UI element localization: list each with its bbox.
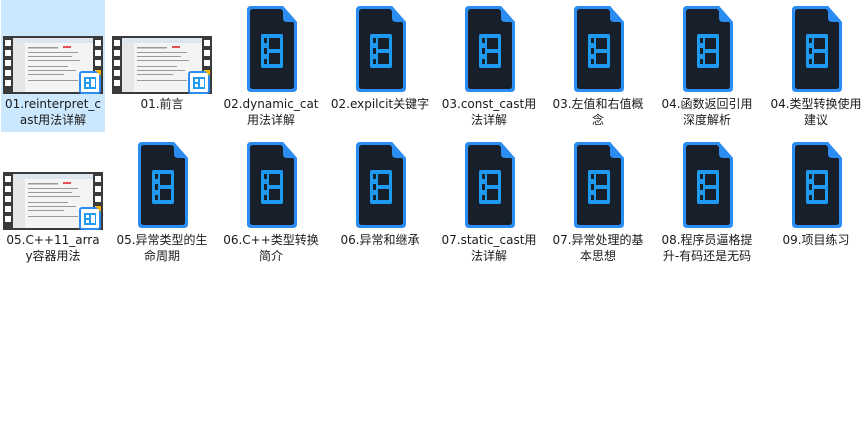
video-file-icon: [219, 140, 323, 230]
file-item[interactable]: 03.const_cast用法详解: [437, 0, 541, 132]
file-name: 07.异常处理的基本思想: [552, 233, 644, 263]
file-item[interactable]: 06.异常和继承: [328, 136, 432, 268]
video-thumbnail: [1, 140, 105, 230]
video-file-icon: [764, 140, 867, 230]
file-item[interactable]: 07.异常处理的基本思想: [546, 136, 650, 268]
video-file-icon: [328, 4, 432, 94]
file-item[interactable]: 04.类型转换使用建议: [764, 0, 867, 132]
video-file-icon: [655, 4, 759, 94]
file-name: 06.异常和继承: [340, 233, 420, 247]
file-item[interactable]: 08.程序员逼格提升-有码还是无码: [655, 136, 759, 268]
file-name: 02.dynamic_cat用法详解: [223, 97, 319, 127]
video-file-icon: [655, 140, 759, 230]
video-file-icon: [110, 140, 214, 230]
file-name: 06.C++类型转换简介: [223, 233, 319, 263]
file-item[interactable]: 01.reinterpret_cast用法详解: [1, 0, 105, 132]
video-file-icon: [219, 4, 323, 94]
file-name: 05.C++11_array容器用法: [6, 233, 100, 263]
file-item[interactable]: 02.dynamic_cat用法详解: [219, 0, 323, 132]
file-name: 03.const_cast用法详解: [441, 97, 537, 127]
video-file-icon: [546, 140, 650, 230]
file-item[interactable]: 09.项目练习: [764, 136, 867, 268]
file-item[interactable]: 07.static_cast用法详解: [437, 136, 541, 268]
file-item[interactable]: 02.expilcit关键字: [328, 0, 432, 132]
video-file-icon: [437, 140, 541, 230]
file-name: 09.项目练习: [782, 233, 850, 247]
file-item[interactable]: 01.前言: [110, 0, 214, 132]
video-thumbnail: [110, 4, 214, 94]
file-name: 02.expilcit关键字: [330, 97, 430, 111]
file-name: 04.函数返回引用深度解析: [661, 97, 753, 127]
file-name: 07.static_cast用法详解: [441, 233, 537, 263]
file-name: 03.左值和右值概念: [552, 97, 644, 127]
file-item[interactable]: 05.C++11_array容器用法: [1, 136, 105, 268]
video-file-icon: [764, 4, 867, 94]
file-item[interactable]: 04.函数返回引用深度解析: [655, 0, 759, 132]
file-name: 05.异常类型的生命周期: [116, 233, 208, 263]
file-name: 08.程序员逼格提升-有码还是无码: [661, 233, 753, 263]
video-file-icon: [546, 4, 650, 94]
file-name: 01.reinterpret_cast用法详解: [4, 97, 102, 127]
file-item[interactable]: 03.左值和右值概念: [546, 0, 650, 132]
video-thumbnail: [1, 4, 105, 94]
file-name: 01.前言: [140, 97, 184, 111]
file-item[interactable]: 05.异常类型的生命周期: [110, 136, 214, 268]
video-file-icon: [437, 4, 541, 94]
video-file-icon: [328, 140, 432, 230]
file-item[interactable]: 06.C++类型转换简介: [219, 136, 323, 268]
file-name: 04.类型转换使用建议: [770, 97, 862, 127]
